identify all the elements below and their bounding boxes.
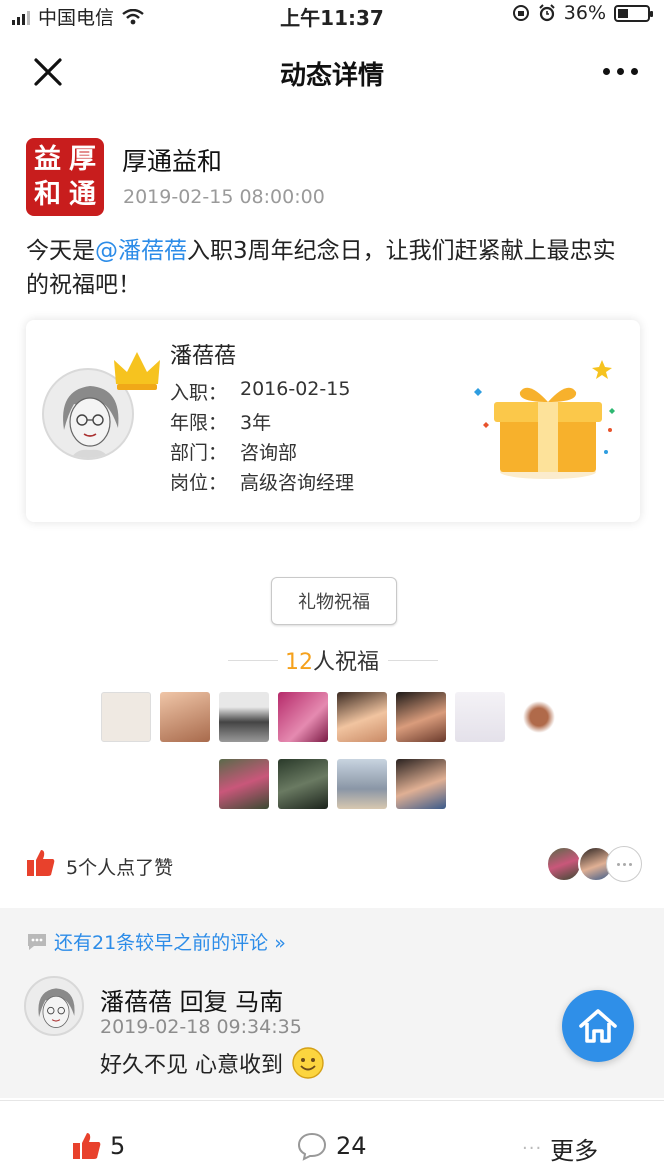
bottom-action-bar: 5 24 ··· 更多 [0, 1100, 664, 1174]
info-row-department: 部门： 咨询部 [170, 438, 354, 468]
blessing-count: 12人祝福 [0, 644, 664, 676]
info-value: 咨询部 [240, 442, 298, 464]
likes-count-text: 5个人点了赞 [66, 857, 174, 879]
employee-name: 潘蓓蓓 [170, 344, 237, 369]
info-key: 年限： [170, 412, 228, 434]
employee-avatar[interactable] [42, 352, 160, 464]
info-key: 部门： [170, 442, 228, 464]
liker-avatar[interactable] [546, 846, 582, 882]
crown-icon [114, 352, 160, 390]
post-author: 益 厚 和 通 厚通益和 2019-02-15 08:00:00 [26, 138, 646, 218]
employee-info: 潘蓓蓓 入职： 2016-02-15 年限： 3年 部门： 咨询部 岗位： 高级咨询经理 [170, 338, 354, 498]
thumbs-up-icon [73, 1133, 101, 1159]
comment-header: 潘蓓蓓 回复 马南 [100, 982, 283, 1017]
alarm-icon [539, 4, 555, 22]
blessing-avatar-row [0, 759, 664, 809]
status-right: 36% [512, 2, 653, 24]
cartoon-face-icon [38, 988, 75, 1028]
comment-reply-word: 回复 [179, 988, 228, 1016]
comment-time: 2019-02-18 09:34:35 [100, 1016, 302, 1038]
blesser-avatar[interactable] [100, 692, 151, 742]
blesser-avatar[interactable] [395, 759, 446, 809]
like-action[interactable]: 5 [72, 1131, 125, 1161]
commenter-avatar[interactable] [24, 976, 84, 1036]
seal-char: 和 [34, 179, 61, 210]
more-action[interactable]: ··· 更多 [522, 1131, 598, 1166]
comment-action[interactable]: 24 [296, 1131, 367, 1161]
gift-box-icon [474, 360, 615, 479]
blessing-count-number: 12 [284, 650, 313, 675]
info-value: 3年 [240, 412, 272, 434]
nav-bar: 动态详情 [0, 42, 664, 98]
anniversary-card: 潘蓓蓓 入职： 2016-02-15 年限： 3年 部门： 咨询部 岗位： 高级咨询经理 [26, 320, 640, 522]
status-bar: 中国电信 上午11:37 36% [0, 0, 664, 30]
info-key: 岗位： [170, 472, 228, 494]
post-text: 今天是@潘蓓蓓入职3周年纪念日，让我们赶紧献上最忠实的祝福吧！ [26, 234, 636, 302]
orientation-lock-icon [512, 5, 529, 21]
comments-section: 还有21条较早之前的评论 » 潘蓓蓓 回复 马南 2019-02-18 09:3… [0, 908, 664, 1098]
comment-text: 好久不见 心意收到 [100, 1053, 283, 1078]
divider [228, 660, 278, 661]
more-dots-icon: ··· [522, 1138, 543, 1159]
blesser-avatar[interactable] [336, 692, 387, 742]
blesser-avatar[interactable] [395, 692, 446, 742]
seal-char: 益 [34, 144, 61, 175]
mention-link[interactable]: @潘蓓蓓 [95, 238, 187, 264]
comment-bubble-icon [28, 933, 46, 950]
post-time: 2019-02-15 08:00:00 [123, 186, 325, 208]
battery-percent: 36% [563, 2, 606, 24]
home-icon [579, 1009, 617, 1043]
blesser-avatar[interactable] [336, 759, 387, 809]
comment-body: 好久不见 心意收到 [100, 1046, 325, 1080]
blessing-avatar-row [0, 692, 664, 742]
likes-row[interactable]: 5个人点了赞 [26, 846, 642, 886]
info-row-position: 岗位： 高级咨询经理 [170, 468, 354, 498]
page-title: 动态详情 [279, 61, 384, 91]
blesser-avatar[interactable] [454, 692, 505, 742]
more-options-icon[interactable] [603, 68, 638, 75]
home-button[interactable] [562, 990, 634, 1062]
blesser-avatar[interactable] [159, 692, 210, 742]
battery-icon [614, 4, 653, 22]
more-likers-icon[interactable] [606, 846, 642, 882]
info-value: 2016-02-15 [240, 378, 351, 400]
comment-reply-to[interactable]: 马南 [235, 988, 283, 1016]
post-text-before: 今天是 [26, 238, 95, 264]
blesser-avatar[interactable] [277, 692, 328, 742]
blesser-avatar[interactable] [218, 692, 269, 742]
info-key: 入职： [170, 382, 228, 404]
blessing-count-label: 人祝福 [312, 650, 379, 675]
thumbs-up-icon [27, 850, 55, 876]
divider [388, 660, 438, 661]
seal-char: 厚 [69, 144, 96, 175]
info-value: 高级咨询经理 [240, 472, 355, 494]
author-name[interactable]: 厚通益和 [122, 142, 222, 178]
seal-char: 通 [69, 179, 96, 210]
earlier-comments-link[interactable]: 还有21条较早之前的评论 » [26, 928, 286, 955]
gift-blessing-button[interactable]: 礼物祝福 [271, 577, 397, 625]
comment-icon [297, 1132, 327, 1161]
blesser-avatar[interactable] [218, 759, 269, 809]
like-count: 5 [110, 1132, 126, 1160]
earlier-comments-label: 还有21条较早之前的评论 » [54, 932, 286, 954]
blesser-avatar[interactable] [277, 759, 328, 809]
comment-count: 24 [336, 1132, 367, 1160]
blesser-avatar[interactable] [513, 692, 564, 742]
more-label: 更多 [550, 1137, 599, 1165]
smile-emoji-icon [292, 1047, 324, 1079]
info-row-years: 年限： 3年 [170, 408, 354, 438]
author-seal-logo[interactable]: 益 厚 和 通 [26, 138, 104, 216]
info-row-join-date: 入职： 2016-02-15 [170, 378, 354, 408]
comment-author[interactable]: 潘蓓蓓 [100, 988, 172, 1016]
blessing-avatars [0, 692, 664, 826]
